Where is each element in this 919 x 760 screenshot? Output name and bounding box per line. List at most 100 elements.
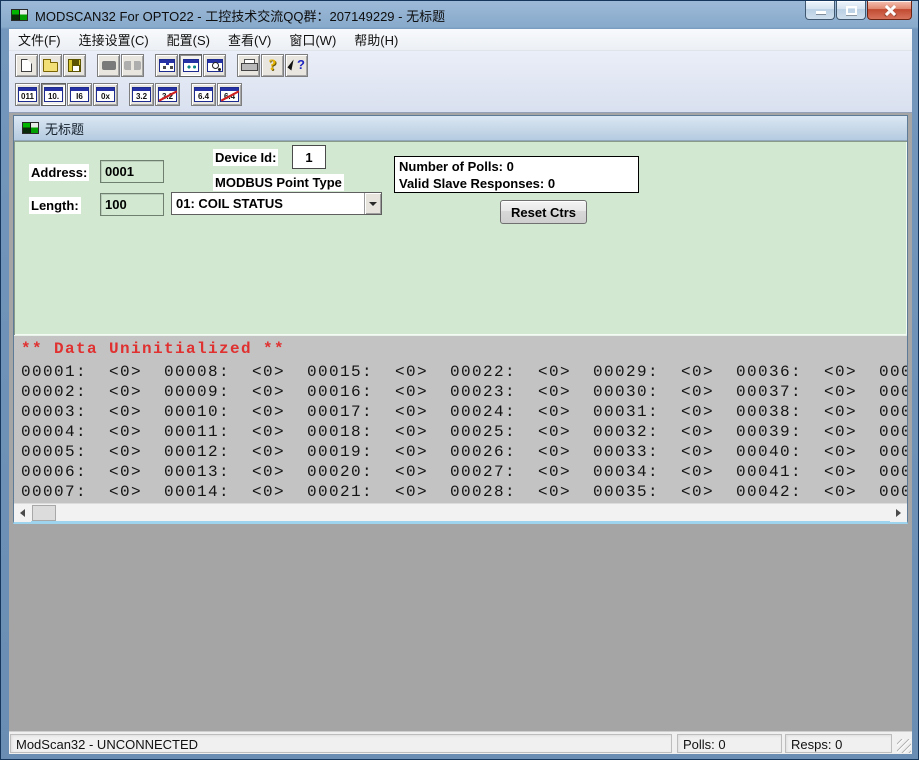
horizontal-scrollbar[interactable] [14,503,907,521]
poll-definition-panel: Address: 0001 Length: 100 Device Id: 1 M… [14,141,907,335]
address-input[interactable]: 0001 [100,160,164,183]
register-cell: 00022: <0> [450,362,593,382]
printer-icon [241,59,256,72]
register-cell: 00011: <0> [164,422,307,442]
register-grid: 00001: <0>00002: <0>00003: <0>00004: <0>… [21,362,907,502]
format-decimal-button[interactable]: 10. [41,83,66,106]
register-cell: 00044: <0> [879,382,907,402]
display-data-button[interactable] [179,54,202,77]
status-bar: ModScan32 - UNCONNECTED Polls: 0 Resps: … [9,731,912,754]
register-cell: 00037: <0> [736,382,879,402]
format-swapped-double-button[interactable]: 6.4 [217,83,242,106]
context-help-button[interactable] [285,54,308,77]
register-cell: 00006: <0> [21,462,164,482]
window-title: MODSCAN32 For OPTO22 - 工控技术交流QQ群：2071492… [35,6,445,25]
format-hex-button[interactable]: 0x [93,83,118,106]
maximize-icon [846,6,857,15]
register-cell: 00019: <0> [307,442,450,462]
register-cell: 00016: <0> [307,382,450,402]
register-cell: 00003: <0> [21,402,164,422]
menu-item-view[interactable]: 查看(V) [219,27,280,52]
about-help-button[interactable] [261,54,284,77]
display-traffic-button[interactable] [203,54,226,77]
display-setup-button[interactable] [155,54,178,77]
title-bar[interactable]: MODSCAN32 For OPTO22 - 工控技术交流QQ群：2071492… [1,1,918,29]
dropdown-button[interactable] [364,193,381,214]
device-id-input[interactable]: 1 [292,145,326,169]
print-button[interactable] [237,54,260,77]
device-id-label: Device Id: [213,149,278,166]
register-cell: 00047: <0> [879,442,907,462]
address-label: Address: [29,164,89,181]
register-cell: 00010: <0> [164,402,307,422]
format-label: 3.2 [133,92,150,101]
register-cell: 00013: <0> [164,462,307,482]
format-binary-button[interactable]: 011 [15,83,40,106]
menu-item-connection[interactable]: 连接设置(C) [70,27,158,52]
register-cell: 00039: <0> [736,422,879,442]
resize-grip-icon[interactable] [897,739,911,753]
register-cell: 00030: <0> [593,382,736,402]
window-client-area: 文件(F)连接设置(C)配置(S)查看(V)窗口(W)帮助(H) 011 10. I… [9,29,912,754]
point-type-dropdown[interactable]: 01: COIL STATUS [171,192,382,215]
save-file-button[interactable] [63,54,86,77]
format-double-button[interactable]: 6.4 [191,83,216,106]
register-cell: 00046: <0> [879,422,907,442]
close-button[interactable] [867,1,912,20]
status-connection: ModScan32 - UNCONNECTED [10,734,672,753]
length-input[interactable]: 100 [100,193,164,216]
format-label: 6.4 [221,92,238,101]
scroll-left-icon [20,509,25,517]
poll-counter-box: Number of Polls: 0 Valid Slave Responses… [394,156,639,193]
menu-item-file[interactable]: 文件(F) [9,27,70,52]
register-cell: 00004: <0> [21,422,164,442]
save-floppy-icon [68,59,81,72]
register-cell: 00036: <0> [736,362,879,382]
register-cell: 00045: <0> [879,402,907,422]
register-cell: 00042: <0> [736,482,879,502]
format-float-icon: 3.2 [132,87,151,102]
scrollbar-thumb[interactable] [32,505,56,521]
scroll-left-button[interactable] [14,504,31,522]
scroll-right-button[interactable] [890,504,907,522]
valid-slave-responses: Valid Slave Responses: 0 [399,175,634,192]
register-cell: 00002: <0> [21,382,164,402]
display-setup-window-icon [159,59,175,72]
document-icon [22,122,39,134]
minimize-icon [816,11,826,14]
register-cell: 00024: <0> [450,402,593,422]
document-title: 无标题 [45,119,84,138]
connect-button[interactable] [97,54,120,77]
new-file-button[interactable] [15,54,38,77]
context-help-arrow-icon [288,58,305,73]
menu-item-help[interactable]: 帮助(H) [345,27,407,52]
display-data-window-icon [183,59,199,72]
open-file-button[interactable] [39,54,62,77]
register-cell: 00007: <0> [21,482,164,502]
format-swapped-float-button[interactable]: 3.2 [155,83,180,106]
format-float-button[interactable]: 3.2 [129,83,154,106]
maximize-button[interactable] [836,1,866,20]
chevron-down-icon [369,202,377,206]
register-cell: 00028: <0> [450,482,593,502]
status-polls: Polls: 0 [677,734,782,753]
format-label: 6.4 [195,92,212,101]
minimize-button[interactable] [805,1,835,20]
point-type-value: 01: COIL STATUS [172,196,364,211]
format-label: 0x [97,92,114,101]
disconnect-button[interactable] [121,54,144,77]
data-status-message: ** Data Uninitialized ** [21,340,285,358]
register-cell: 00018: <0> [307,422,450,442]
document-title-bar[interactable]: 无标题 [14,116,907,141]
format-decimal-icon: 10. [44,87,63,102]
format-label: I6 [71,92,88,101]
status-resps: Resps: 0 [785,734,892,753]
reset-ctrs-button[interactable]: Reset Ctrs [500,200,587,224]
format-integer-button[interactable]: I6 [67,83,92,106]
register-cell: 00026: <0> [450,442,593,462]
format-swapped-float-icon: 3.2 [158,87,177,102]
menu-item-setup[interactable]: 配置(S) [158,27,219,52]
register-cell: 00012: <0> [164,442,307,462]
menu-item-window[interactable]: 窗口(W) [280,27,345,52]
open-folder-icon [43,62,58,72]
